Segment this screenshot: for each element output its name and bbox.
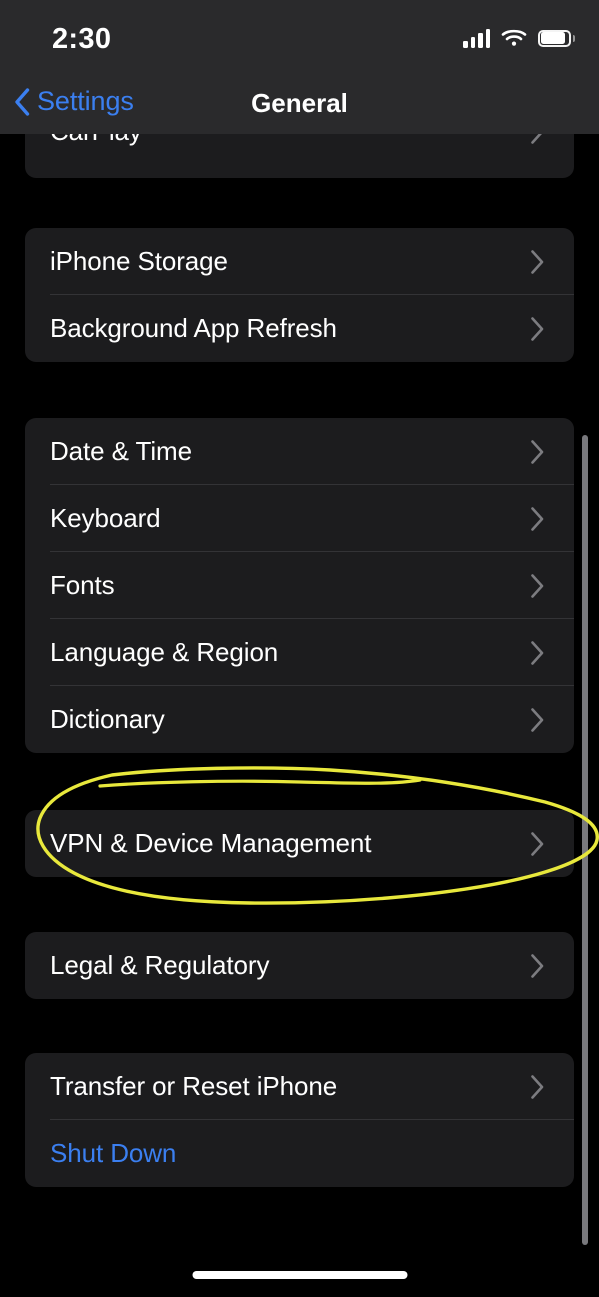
iphone-screen: CarPlay iPhone Storage Background App Re… xyxy=(0,0,599,1297)
chevron-right-icon xyxy=(531,640,544,665)
list-item[interactable]: Fonts xyxy=(25,552,574,619)
vpn-group: VPN & Device Management xyxy=(25,810,574,877)
legal-group: Legal & Regulatory xyxy=(25,932,574,999)
row-label: Transfer or Reset iPhone xyxy=(50,1071,338,1101)
battery-icon xyxy=(538,29,575,47)
vertical-scrollbar[interactable] xyxy=(582,435,588,1245)
chevron-right-icon xyxy=(531,831,544,856)
row-label: Shut Down xyxy=(50,1138,177,1168)
list-item[interactable]: Background App Refresh xyxy=(25,295,574,362)
chevron-right-icon xyxy=(531,1074,544,1099)
row-label: VPN & Device Management xyxy=(50,828,372,858)
reset-group: Transfer or Reset iPhone Shut Down xyxy=(25,1053,574,1187)
list-item[interactable]: Language & Region xyxy=(25,619,574,686)
list-item[interactable]: Keyboard xyxy=(25,485,574,552)
list-item[interactable]: Dictionary xyxy=(25,686,574,753)
row-label: iPhone Storage xyxy=(50,246,228,276)
status-bar-icons xyxy=(463,28,575,48)
wifi-icon xyxy=(501,29,527,46)
chevron-right-icon xyxy=(531,573,544,598)
home-indicator[interactable] xyxy=(192,1271,407,1279)
chevron-right-icon xyxy=(531,953,544,978)
localization-group: Date & Time Keyboard Fonts Language & Re… xyxy=(25,418,574,753)
list-item-shut-down[interactable]: Shut Down xyxy=(25,1120,574,1187)
row-label: Keyboard xyxy=(50,503,161,533)
navigation-bar: Settings General xyxy=(0,72,599,134)
row-label: Legal & Regulatory xyxy=(50,950,270,980)
status-bar: 2:30 xyxy=(0,0,599,72)
storage-group: iPhone Storage Background App Refresh xyxy=(25,228,574,362)
chevron-right-icon xyxy=(531,249,544,274)
row-label: Background App Refresh xyxy=(50,313,337,343)
chevron-right-icon xyxy=(531,316,544,341)
list-item[interactable]: Transfer or Reset iPhone xyxy=(25,1053,574,1120)
status-bar-clock: 2:30 xyxy=(52,23,112,55)
row-label: Date & Time xyxy=(50,436,192,466)
cellular-signal-icon xyxy=(463,28,490,48)
chevron-right-icon xyxy=(531,506,544,531)
chevron-right-icon xyxy=(531,439,544,464)
list-item[interactable]: Date & Time xyxy=(25,418,574,485)
page-title: General xyxy=(251,88,348,118)
settings-scroll-view[interactable]: CarPlay iPhone Storage Background App Re… xyxy=(0,0,599,1297)
chevron-right-icon xyxy=(531,707,544,732)
row-label: Language & Region xyxy=(50,637,279,667)
row-label: Dictionary xyxy=(50,704,165,734)
list-item[interactable]: iPhone Storage xyxy=(25,228,574,295)
list-item[interactable]: Legal & Regulatory xyxy=(25,932,574,999)
row-label: Fonts xyxy=(50,570,115,600)
list-item-vpn-device-management[interactable]: VPN & Device Management xyxy=(25,810,574,877)
